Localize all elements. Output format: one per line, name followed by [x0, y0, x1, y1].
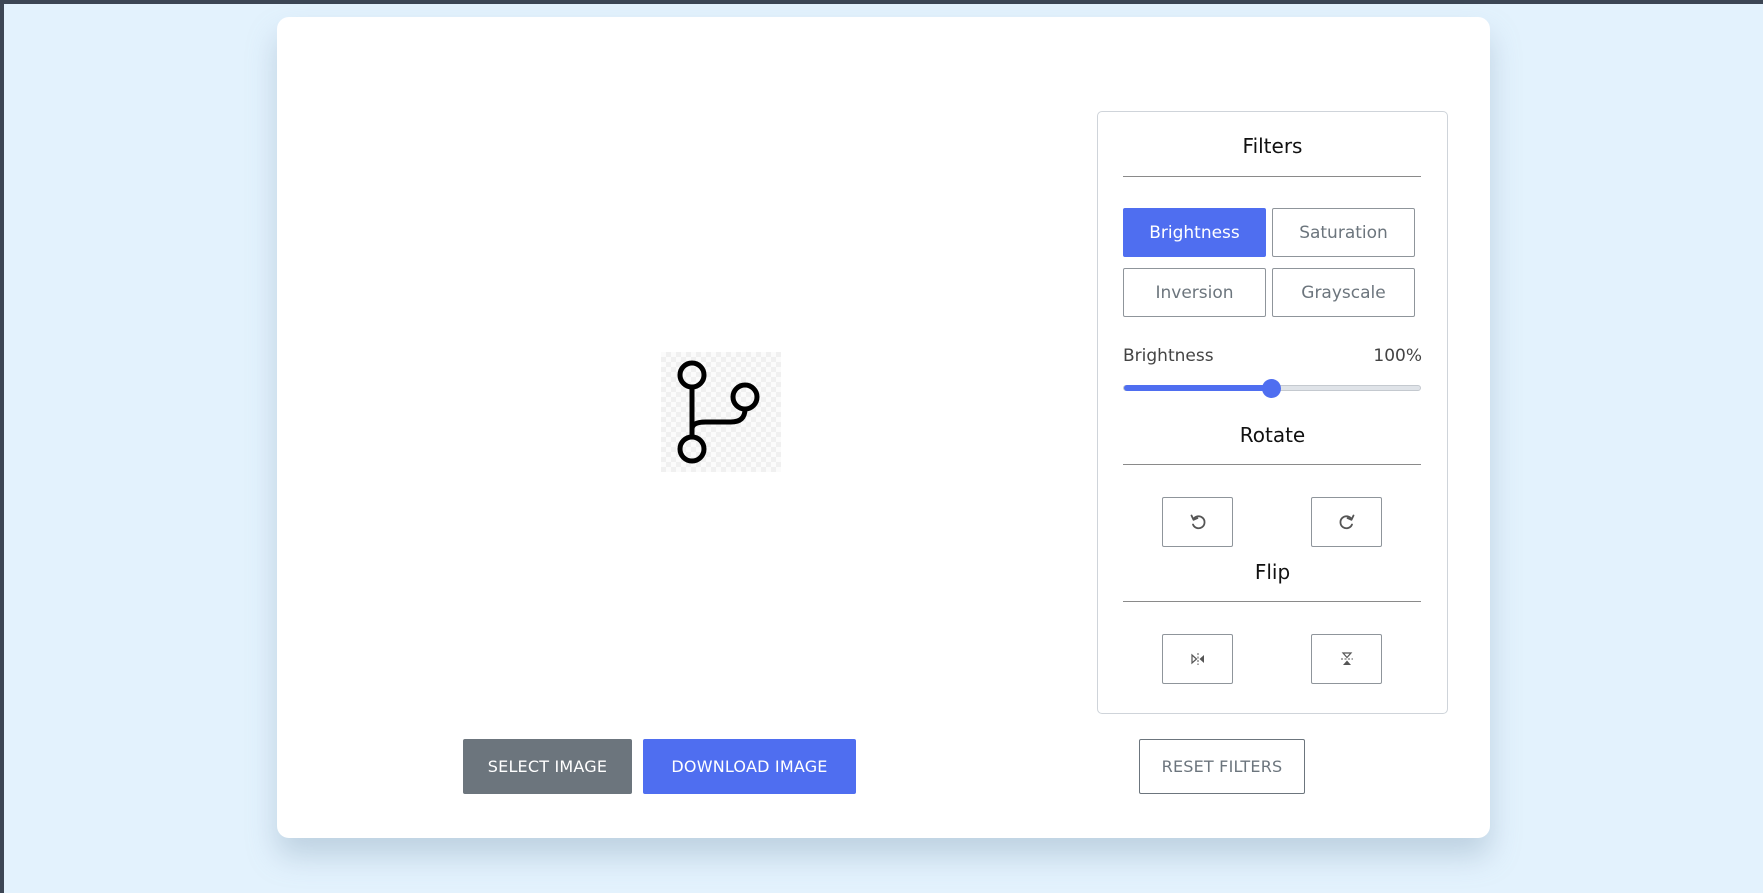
- flip-divider: [1123, 601, 1421, 602]
- image-preview: [661, 352, 781, 472]
- filters-divider: [1123, 176, 1421, 177]
- rotate-right-button[interactable]: [1311, 497, 1382, 547]
- flip-title: Flip: [1254, 560, 1291, 584]
- select-image-button[interactable]: SELECT IMAGE: [463, 739, 632, 794]
- flip-vertical-icon: [1340, 652, 1353, 665]
- rotate-divider: [1123, 464, 1421, 465]
- filter-saturation-button[interactable]: Saturation: [1272, 208, 1415, 257]
- flip-vertical-button[interactable]: [1311, 634, 1382, 684]
- window-left-border: [0, 0, 4, 893]
- filter-brightness-button[interactable]: Brightness: [1123, 208, 1266, 257]
- rotate-title: Rotate: [1239, 423, 1306, 447]
- slider-fill: [1124, 385, 1272, 391]
- window-top-border: [0, 0, 1763, 4]
- download-image-button[interactable]: DOWNLOAD IMAGE: [643, 739, 856, 794]
- slider-value: 100%: [1373, 346, 1422, 366]
- reset-filters-button[interactable]: RESET FILTERS: [1139, 739, 1305, 794]
- brightness-slider[interactable]: [1123, 379, 1421, 398]
- rotate-right-icon: [1339, 514, 1354, 530]
- filter-inversion-button[interactable]: Inversion: [1123, 268, 1266, 317]
- filters-title: Filters: [1242, 134, 1303, 158]
- git-branch-icon: [677, 360, 760, 464]
- flip-horizontal-button[interactable]: [1162, 634, 1233, 684]
- flip-horizontal-icon: [1190, 653, 1204, 665]
- filter-grayscale-button[interactable]: Grayscale: [1272, 268, 1415, 317]
- rotate-left-icon: [1190, 514, 1205, 530]
- slider-thumb[interactable]: [1262, 379, 1281, 398]
- controls-panel: Filters Brightness Saturation Inversion …: [1097, 111, 1448, 714]
- rotate-left-button[interactable]: [1162, 497, 1233, 547]
- slider-label: Brightness: [1123, 346, 1214, 366]
